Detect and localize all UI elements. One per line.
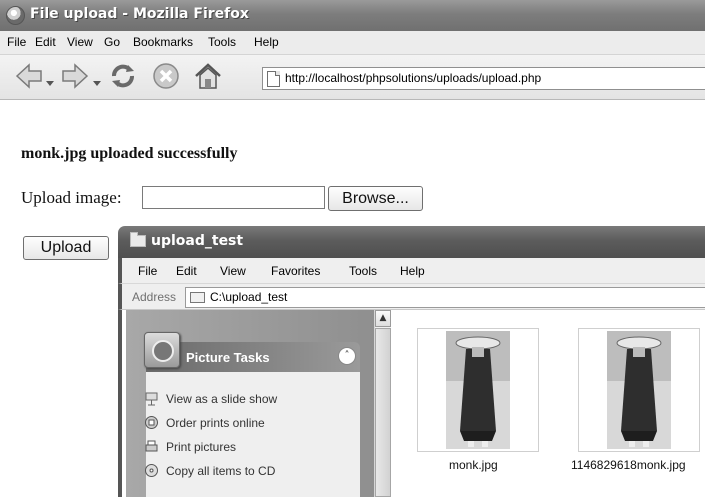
explorer-window: upload_test File Edit View Favorites Too… (118, 226, 705, 497)
file-path-input[interactable] (142, 186, 325, 209)
task-slide-show[interactable]: View as a slide show (145, 392, 278, 406)
picture-tasks-list: View as a slide show Order prints online… (145, 372, 360, 497)
monk-photo-thumbnail (446, 331, 510, 449)
tasks-pane: Picture Tasks ˄ View as a slide show Ord… (126, 310, 374, 497)
collapse-chevron-icon[interactable]: ˄ (338, 347, 356, 365)
file-name-label[interactable]: 1146829618monk.jpg (571, 458, 686, 472)
monk-photo-thumbnail (607, 331, 671, 449)
task-label: Order prints online (166, 416, 265, 430)
address-label: Address (132, 290, 177, 304)
firefox-icon (6, 6, 25, 25)
cd-icon (145, 464, 158, 477)
explorer-menu-bar: File Edit View Favorites Tools Help (118, 258, 705, 284)
task-copy-to-cd[interactable]: Copy all items to CD (145, 464, 276, 478)
folder-icon (130, 232, 146, 247)
explorer-menu-tools[interactable]: Tools (349, 264, 377, 278)
explorer-menu-help[interactable]: Help (400, 264, 425, 278)
picture-tasks-title: Picture Tasks (186, 350, 270, 365)
slideshow-icon (145, 392, 158, 406)
navigation-toolbar: http://localhost/phpsolutions/uploads/up… (0, 55, 705, 100)
menu-file[interactable]: File (7, 35, 26, 49)
picture-tasks-header[interactable]: Picture Tasks ˄ (144, 332, 360, 372)
explorer-address-bar: Address C:\upload_test (118, 284, 705, 310)
scroll-up-arrow-icon[interactable]: ▲ (375, 310, 391, 327)
explorer-menu-file[interactable]: File (138, 264, 157, 278)
tasks-scrollbar[interactable]: ▲ (374, 310, 392, 497)
scroll-thumb[interactable] (375, 328, 391, 497)
explorer-menu-edit[interactable]: Edit (176, 264, 197, 278)
explorer-body: Picture Tasks ˄ View as a slide show Ord… (118, 310, 705, 497)
stop-icon[interactable] (151, 61, 181, 91)
url-text: http://localhost/phpsolutions/uploads/up… (285, 71, 542, 85)
upload-button[interactable]: Upload (23, 236, 109, 260)
upload-success-message: monk.jpg uploaded successfully (21, 145, 238, 162)
printer-icon (145, 440, 158, 452)
menu-view[interactable]: View (67, 35, 93, 49)
menu-tools[interactable]: Tools (208, 35, 236, 49)
task-print-pictures[interactable]: Print pictures (145, 440, 237, 454)
menu-help[interactable]: Help (254, 35, 279, 49)
explorer-menu-view[interactable]: View (220, 264, 246, 278)
url-bar[interactable]: http://localhost/phpsolutions/uploads/up… (262, 67, 705, 90)
menu-edit[interactable]: Edit (35, 35, 56, 49)
firefox-title-bar: File upload - Mozilla Firefox (0, 0, 705, 31)
menu-bookmarks[interactable]: Bookmarks (133, 35, 193, 49)
forward-arrow-icon[interactable] (60, 61, 90, 91)
upload-image-label: Upload image: (21, 188, 122, 207)
task-label: Copy all items to CD (166, 464, 276, 478)
task-label: Print pictures (166, 440, 237, 454)
explorer-title-bar: upload_test (118, 226, 705, 258)
folder-icon (190, 292, 205, 303)
order-prints-icon (145, 416, 158, 429)
explorer-menu-favorites[interactable]: Favorites (271, 264, 320, 278)
home-icon[interactable] (193, 61, 223, 91)
page-icon (267, 71, 280, 87)
window-title: File upload - Mozilla Firefox (30, 6, 249, 22)
file-name-label[interactable]: monk.jpg (449, 458, 498, 472)
file-thumbnail-monk[interactable] (417, 328, 539, 452)
explorer-title: upload_test (151, 233, 244, 249)
menu-go[interactable]: Go (104, 35, 120, 49)
file-thumbnail-renamed-monk[interactable] (578, 328, 700, 452)
files-pane: monk.jpg 1146829618monk.jpg (391, 310, 705, 497)
reload-icon[interactable] (108, 61, 138, 91)
task-order-prints[interactable]: Order prints online (145, 416, 265, 430)
address-field[interactable]: C:\upload_test (185, 287, 705, 308)
picture-tasks-icon (144, 332, 180, 368)
browse-button[interactable]: Browse... (328, 186, 423, 211)
address-value: C:\upload_test (210, 290, 288, 304)
back-dropdown-icon[interactable] (46, 72, 54, 86)
task-label: View as a slide show (166, 392, 278, 406)
firefox-menu-bar: File Edit View Go Bookmarks Tools Help (0, 31, 705, 55)
back-arrow-icon[interactable] (14, 61, 44, 91)
forward-dropdown-icon[interactable] (93, 72, 101, 86)
